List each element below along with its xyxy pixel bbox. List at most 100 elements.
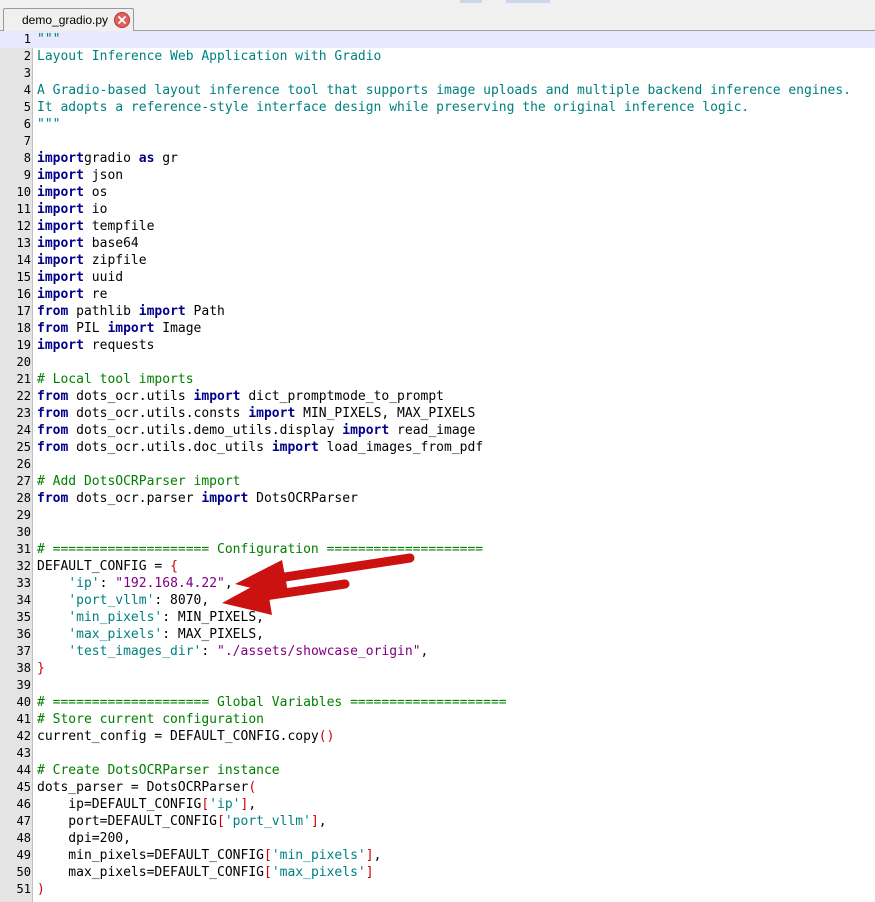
- code-token: 'ip': [68, 576, 100, 591]
- code-line[interactable]: 30: [0, 524, 875, 541]
- code-line[interactable]: 5 It adopts a reference-style interface d…: [0, 99, 875, 116]
- code-line[interactable]: 49 min_pixels=DEFAULT_CONFIG['min_pixels…: [0, 847, 875, 864]
- line-number: 39: [16, 678, 31, 692]
- code-line[interactable]: 29: [0, 507, 875, 524]
- code-line[interactable]: 27 # Add DotsOCRParser import: [0, 473, 875, 490]
- line-number: 38: [16, 661, 31, 675]
- code-line[interactable]: 8 importgradio as gr: [0, 150, 875, 167]
- line-code: 'max_pixels': MAX_PIXELS,: [37, 626, 264, 643]
- code-line[interactable]: 32 DEFAULT_CONFIG = {: [0, 558, 875, 575]
- code-token: from: [37, 389, 69, 404]
- code-token: min_pixels=DEFAULT_CONFIG: [37, 848, 264, 863]
- line-code: }: [37, 660, 45, 677]
- line-code: import uuid: [37, 269, 123, 286]
- line-code: current_config = DEFAULT_CONFIG.copy(): [37, 728, 334, 745]
- line-code: ): [37, 881, 45, 898]
- code-line[interactable]: 1 """: [0, 31, 875, 48]
- code-line[interactable]: 9 import json: [0, 167, 875, 184]
- code-line[interactable]: 10 import os: [0, 184, 875, 201]
- code-token: import: [193, 389, 241, 404]
- code-line[interactable]: 13 import base64: [0, 235, 875, 252]
- code-line[interactable]: 3: [0, 65, 875, 82]
- code-line[interactable]: 39: [0, 677, 875, 694]
- code-token: 'test_images_dir': [68, 644, 202, 659]
- line-number: 16: [16, 287, 31, 301]
- code-line[interactable]: 43: [0, 745, 875, 762]
- close-icon[interactable]: [114, 12, 130, 28]
- code-line[interactable]: 31 # ==================== Configuration =…: [0, 541, 875, 558]
- code-line[interactable]: 12 import tempfile: [0, 218, 875, 235]
- code-line[interactable]: 7: [0, 133, 875, 150]
- line-number: 33: [16, 576, 31, 590]
- code-token: dots_ocr.parser: [68, 491, 202, 506]
- code-token: load_images_from_pdf: [318, 440, 484, 455]
- code-line[interactable]: 25 from dots_ocr.utils.doc_utils import l…: [0, 439, 875, 456]
- line-number: 51: [16, 882, 31, 896]
- code-token: dots_ocr.utils.demo_utils.display: [68, 423, 343, 438]
- tab-demo-gradio[interactable]: demo_gradio.py: [3, 8, 134, 32]
- code-line[interactable]: 11 import io: [0, 201, 875, 218]
- code-line[interactable]: 2 Layout Inference Web Application with G…: [0, 48, 875, 65]
- line-number: 9: [23, 168, 31, 182]
- code-line[interactable]: 28 from dots_ocr.parser import DotsOCRPar…: [0, 490, 875, 507]
- code-line[interactable]: 21 # Local tool imports: [0, 371, 875, 388]
- code-line[interactable]: 18 from PIL import Image: [0, 320, 875, 337]
- code-line[interactable]: 36 'max_pixels': MAX_PIXELS,: [0, 626, 875, 643]
- line-code: # ==================== Configuration ===…: [37, 541, 483, 558]
- code-line[interactable]: 19 import requests: [0, 337, 875, 354]
- line-code: DEFAULT_CONFIG = {: [37, 558, 178, 575]
- code-line[interactable]: 20: [0, 354, 875, 371]
- line-number: 24: [16, 423, 31, 437]
- code-token: from: [37, 321, 69, 336]
- code-line[interactable]: 4 A Gradio-based layout inference tool th…: [0, 82, 875, 99]
- code-token: # Add DotsOCRParser import: [37, 474, 241, 489]
- code-line[interactable]: 14 import zipfile: [0, 252, 875, 269]
- code-line[interactable]: 22 from dots_ocr.utils import dict_prompt…: [0, 388, 875, 405]
- code-line[interactable]: 48 dpi=200,: [0, 830, 875, 847]
- code-line[interactable]: 34 'port_vllm': 8070,: [0, 592, 875, 609]
- code-line[interactable]: 50 max_pixels=DEFAULT_CONFIG['max_pixels…: [0, 864, 875, 881]
- code-token: io: [83, 202, 108, 217]
- line-number: 44: [16, 763, 31, 777]
- code-line[interactable]: 35 'min_pixels': MIN_PIXELS,: [0, 609, 875, 626]
- code-line[interactable]: 17 from pathlib import Path: [0, 303, 875, 320]
- line-number: 32: [16, 559, 31, 573]
- code-token: import: [201, 491, 249, 506]
- code-line[interactable]: 24 from dots_ocr.utils.demo_utils.display…: [0, 422, 875, 439]
- code-line[interactable]: 16 import re: [0, 286, 875, 303]
- code-line[interactable]: 15 import uuid: [0, 269, 875, 286]
- code-line[interactable]: 38}: [0, 660, 875, 677]
- code-line[interactable]: 6 """: [0, 116, 875, 133]
- tab-label: demo_gradio.py: [22, 13, 109, 27]
- code-line[interactable]: 40 # ==================== Global Variable…: [0, 694, 875, 711]
- line-code: import json: [37, 167, 123, 184]
- code-line[interactable]: 45 dots_parser = DotsOCRParser(: [0, 779, 875, 796]
- code-line[interactable]: 44 # Create DotsOCRParser instance: [0, 762, 875, 779]
- code-line[interactable]: 33 'ip': "192.168.4.22",: [0, 575, 875, 592]
- code-line[interactable]: 26: [0, 456, 875, 473]
- code-token: as: [138, 151, 155, 166]
- code-line[interactable]: 41 # Store current configuration: [0, 711, 875, 728]
- line-code: A Gradio-based layout inference tool tha…: [37, 82, 851, 99]
- line-number: 18: [16, 321, 31, 335]
- code-token: DEFAULT_CONFIG =: [37, 559, 171, 574]
- code-token: import: [37, 287, 84, 302]
- code-line[interactable]: 23 from dots_ocr.utils.consts import MIN_…: [0, 405, 875, 422]
- code-line[interactable]: 47 port=DEFAULT_CONFIG['port_vllm'],: [0, 813, 875, 830]
- code-token: import: [37, 338, 84, 353]
- code-token: ,: [248, 797, 257, 812]
- code-editor[interactable]: 1 """ 2 Layout Inference Web Application wi…: [0, 31, 875, 902]
- code-token: 'max_pixels': [68, 627, 163, 642]
- code-line[interactable]: 37 'test_images_dir': "./assets/showcase…: [0, 643, 875, 660]
- code-line[interactable]: 51): [0, 881, 875, 898]
- code-line[interactable]: 46 ip=DEFAULT_CONFIG['ip'],: [0, 796, 875, 813]
- code-token: 'min_pixels': [271, 848, 366, 863]
- code-line[interactable]: 42 current_config = DEFAULT_CONFIG.copy(): [0, 728, 875, 745]
- code-token: 'min_pixels': [68, 610, 163, 625]
- code-token: dpi=200,: [37, 831, 131, 846]
- line-number: 11: [16, 202, 31, 216]
- line-code: import zipfile: [37, 252, 147, 269]
- code-token: import: [37, 151, 84, 166]
